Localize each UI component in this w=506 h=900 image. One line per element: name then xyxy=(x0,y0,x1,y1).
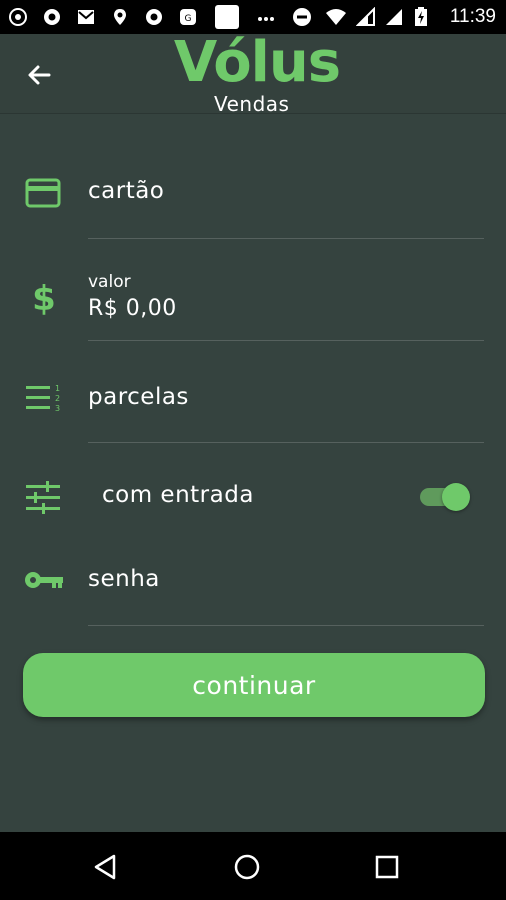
credit-card-icon xyxy=(25,178,61,208)
installments-label: parcelas xyxy=(88,384,189,410)
status-bar: G 11:39 xyxy=(0,0,506,34)
password-field[interactable]: senha xyxy=(0,548,506,628)
down-payment-row: com entrada xyxy=(0,468,506,528)
dollar-icon: $ xyxy=(32,279,56,319)
card-field[interactable]: cartão xyxy=(0,160,506,240)
more-icon xyxy=(258,17,274,21)
brand-name: Vólus xyxy=(173,30,341,95)
value-field[interactable]: $ valor R$ 0,00 xyxy=(0,260,506,342)
continue-button[interactable]: continuar xyxy=(23,653,485,717)
down-payment-label: com entrada xyxy=(102,482,254,508)
back-arrow-icon[interactable] xyxy=(22,58,56,92)
svg-text:G: G xyxy=(185,14,192,24)
svg-text:$: $ xyxy=(32,279,56,319)
value-amount: R$ 0,00 xyxy=(88,296,177,321)
svg-text:1: 1 xyxy=(55,384,60,393)
chrome-icon xyxy=(44,9,60,25)
sliders-icon xyxy=(26,481,60,514)
svg-text:3: 3 xyxy=(55,404,60,413)
navigation-bar xyxy=(0,832,506,900)
divider xyxy=(88,625,484,626)
down-payment-toggle[interactable] xyxy=(418,480,472,514)
recents-square-icon[interactable] xyxy=(370,850,404,884)
password-label: senha xyxy=(88,566,160,592)
divider xyxy=(88,340,484,341)
news-icon: G xyxy=(180,9,196,25)
blank-app-icon xyxy=(215,5,239,29)
toggle-thumb xyxy=(442,483,470,511)
brand-logo: Vólus xyxy=(164,30,350,96)
battery-charging-icon xyxy=(415,7,427,26)
home-circle-icon[interactable] xyxy=(230,850,264,884)
numbered-list-icon: 1 2 3 xyxy=(26,384,60,413)
signal-icon xyxy=(356,7,375,26)
back-triangle-icon[interactable] xyxy=(88,850,122,884)
chrome-icon xyxy=(146,9,162,25)
card-label: cartão xyxy=(88,178,165,204)
location-icon xyxy=(114,9,126,25)
divider xyxy=(88,238,484,239)
brand-subtitle: Vendas xyxy=(214,92,290,116)
signal-icon xyxy=(386,9,402,25)
key-icon xyxy=(25,572,63,588)
installments-field[interactable]: 1 2 3 parcelas xyxy=(0,362,506,444)
divider xyxy=(88,442,484,443)
gmail-icon xyxy=(78,10,94,24)
do-not-disturb-icon xyxy=(293,8,311,26)
status-time: 11:39 xyxy=(449,6,496,27)
value-label: valor xyxy=(88,272,131,292)
wifi-icon xyxy=(326,9,346,25)
svg-text:2: 2 xyxy=(55,394,60,403)
whatsapp-icon xyxy=(9,8,27,26)
app-bar: Vólus Vendas xyxy=(0,30,506,116)
